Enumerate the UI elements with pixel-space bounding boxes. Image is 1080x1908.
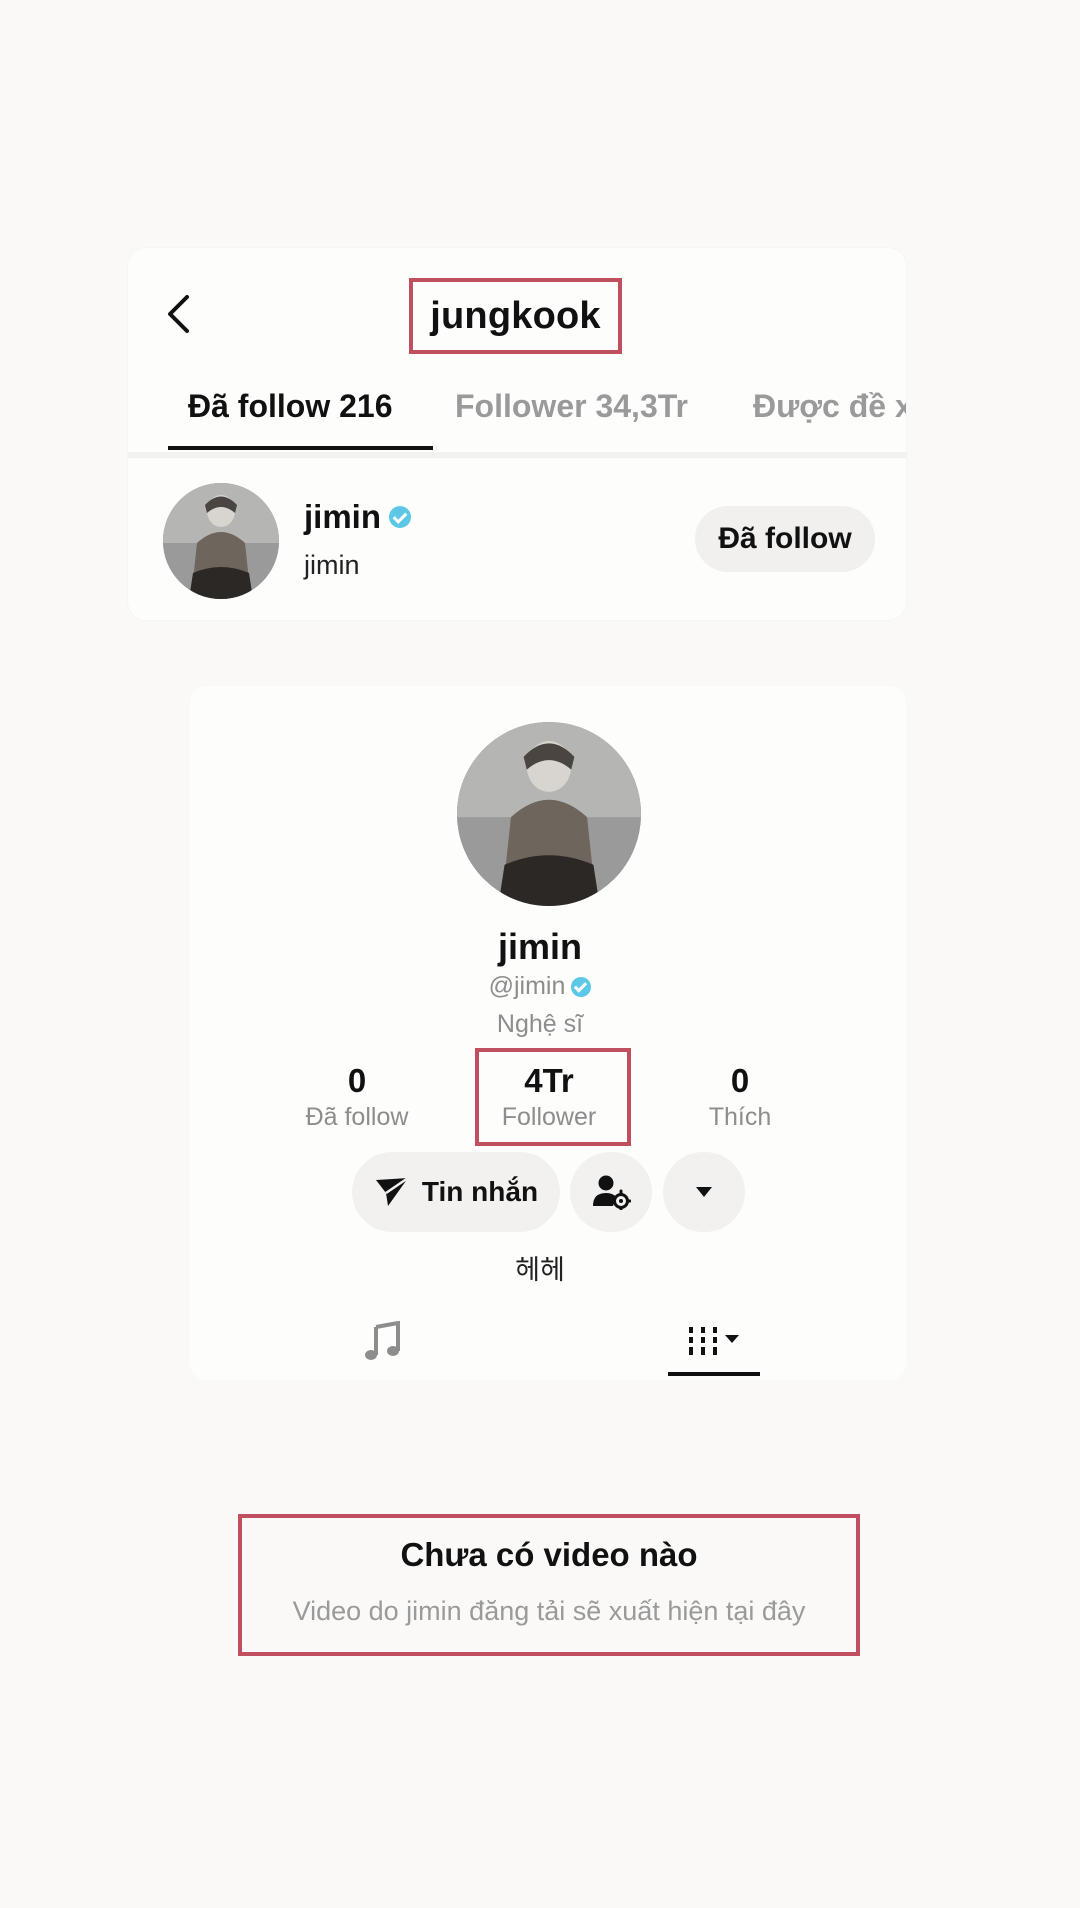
profile-name: jimin: [497, 926, 582, 967]
profile-bio: 헤헤: [515, 1255, 565, 1285]
screen: jungkook Đã follow 216 Follower 34,3Tr Đ…: [0, 0, 1080, 1908]
tab-bar: Đã follow 216 Follower 34,3Tr Được đề x: [168, 380, 906, 450]
following-button[interactable]: Đã follow: [695, 506, 875, 572]
profile-handle-row: @jimin: [0, 972, 1080, 1001]
divider: [128, 452, 906, 458]
stat-label: Đã follow: [305, 1103, 409, 1131]
back-button[interactable]: [156, 288, 200, 340]
user-handle: jimin: [304, 550, 360, 580]
message-button[interactable]: Tin nhắn: [352, 1152, 560, 1232]
tab-videos-filter[interactable]: [680, 1314, 750, 1368]
follow-settings-button[interactable]: [570, 1152, 652, 1232]
grid-filter-icon: [689, 1327, 739, 1355]
avatar-photo: [163, 483, 279, 599]
user-name: jimin: [304, 498, 382, 535]
message-button-label: Tin nhắn: [421, 1176, 539, 1207]
stat-value: 0: [730, 1062, 750, 1099]
caret-down-icon: [696, 1187, 712, 1197]
verified-badge-icon: [571, 976, 592, 997]
empty-state: Chưa có video nào Video do jimin đăng tả…: [238, 1514, 860, 1656]
chevron-left-icon: [168, 295, 189, 333]
stat-following[interactable]: 0 Đã follow: [277, 1062, 437, 1134]
profile-avatar[interactable]: [457, 722, 641, 906]
music-note-icon: [365, 1321, 400, 1360]
avatar[interactable]: [163, 483, 279, 599]
avatar-photo: [457, 722, 641, 906]
verified-badge-icon: [389, 506, 412, 528]
stat-likes[interactable]: 0 Thích: [660, 1062, 820, 1134]
user-settings-icon: [593, 1175, 631, 1210]
profile-role: Nghệ sĩ: [496, 1010, 584, 1038]
more-options-button[interactable]: [663, 1152, 745, 1232]
user-name-row[interactable]: jimin: [304, 498, 412, 536]
tab-music[interactable]: [358, 1314, 408, 1368]
empty-state-subtitle: Video do jimin đăng tải sẽ xuất hiện tại…: [292, 1596, 806, 1626]
profile-handle: @jimin: [488, 972, 566, 1000]
send-icon: [375, 1176, 409, 1206]
tab-followers[interactable]: Follower 34,3Tr: [455, 380, 688, 450]
page-title: jungkook: [409, 278, 622, 354]
tab-suggested[interactable]: Được đề x: [753, 380, 906, 450]
active-tab-indicator: [168, 446, 433, 450]
highlight-box: [475, 1048, 631, 1146]
stat-label: Thích: [708, 1103, 772, 1131]
empty-state-title: Chưa có video nào: [400, 1536, 698, 1573]
active-tab-indicator: [668, 1372, 760, 1376]
list-item[interactable]: jimin jimin Đã follow: [128, 460, 906, 620]
stat-value: 0: [347, 1062, 367, 1099]
tab-following[interactable]: Đã follow 216: [188, 380, 393, 450]
